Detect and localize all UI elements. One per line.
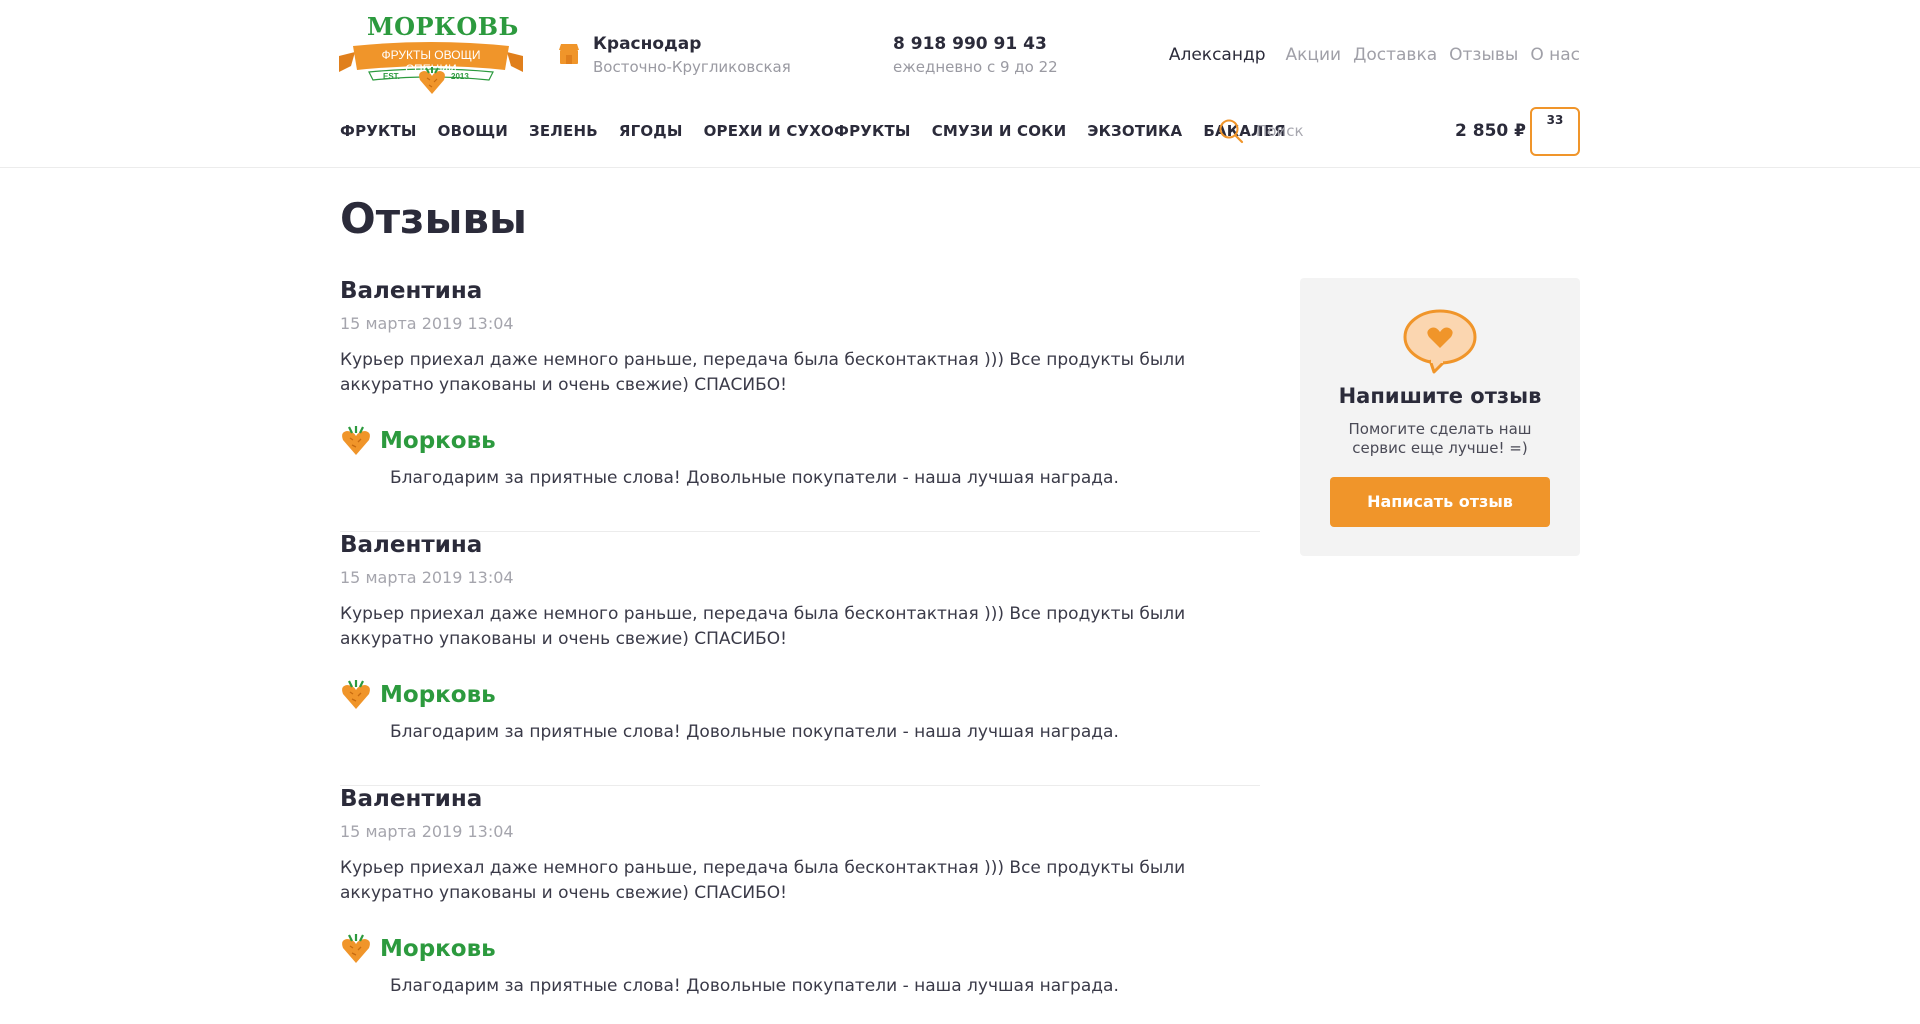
city-street: Восточно-Кругликовская <box>593 58 791 76</box>
review-date: 15 марта 2019 13:04 <box>340 568 514 587</box>
logo-est: EST. <box>383 72 400 81</box>
search-input[interactable] <box>1256 120 1396 142</box>
search-box <box>1218 116 1398 146</box>
carrot-heart-icon <box>342 680 370 709</box>
reviews-list: Валентина 15 марта 2019 13:04 Курьер при… <box>340 278 1260 1024</box>
store-icon <box>559 44 579 64</box>
category-greens[interactable]: ЗЕЛЕНЬ <box>529 122 598 140</box>
store-reply-text: Благодарим за приятные слова! Довольные … <box>390 722 1119 742</box>
review-text: Курьер приехал даже немного раньше, пере… <box>340 350 1186 395</box>
review-item: Валентина 15 марта 2019 13:04 Курьер при… <box>340 786 1260 1024</box>
category-fruits[interactable]: ФРУКТЫ <box>340 122 417 140</box>
review-item: Валентина 15 марта 2019 13:04 Курьер при… <box>340 278 1260 532</box>
review-item: Валентина 15 марта 2019 13:04 Курьер при… <box>340 532 1260 786</box>
user-account-link[interactable]: Александр <box>1169 45 1266 65</box>
site-logo[interactable]: МОРКОВЬ ФРУКТЫ ОВОЩИ СПЕЦИИ EST. 2013 <box>339 12 523 96</box>
carrot-heart-icon <box>342 426 370 455</box>
review-author: Валентина <box>340 786 483 812</box>
search-icon[interactable] <box>1218 118 1244 144</box>
review-author: Валентина <box>340 532 483 558</box>
cart-button[interactable]: 33 <box>1530 107 1580 156</box>
store-name: Морковь <box>380 428 496 454</box>
panel-title: Напишите отзыв <box>1338 384 1542 408</box>
working-hours: ежедневно с 9 до 22 <box>893 58 1058 76</box>
carrot-heart-icon <box>419 67 445 94</box>
nav-link-reviews[interactable]: Отзывы <box>1449 45 1518 65</box>
panel-text: Помогите сделать наш сервис еще лучше! =… <box>1348 420 1532 457</box>
category-smoothies-juices[interactable]: СМУЗИ И СОКИ <box>932 122 1067 140</box>
review-date: 15 марта 2019 13:04 <box>340 314 514 333</box>
category-berries[interactable]: ЯГОДЫ <box>619 122 683 140</box>
cart-total[interactable]: 2 850 ₽ <box>1455 121 1526 141</box>
store-name: Морковь <box>380 682 496 708</box>
city-name: Краснодар <box>593 34 702 54</box>
store-reply-text: Благодарим за приятные слова! Довольные … <box>390 976 1119 996</box>
review-date: 15 марта 2019 13:04 <box>340 822 514 841</box>
logo-title: МОРКОВЬ <box>367 12 519 41</box>
site-header: МОРКОВЬ ФРУКТЫ ОВОЩИ СПЕЦИИ EST. 2013 Кр… <box>0 0 1920 168</box>
write-review-button[interactable]: Написать отзыв <box>1330 477 1550 527</box>
cart-count-badge: 33 <box>1546 113 1564 127</box>
review-author: Валентина <box>340 278 483 304</box>
user-nav: Александр Акции Доставка Отзывы О нас <box>1169 45 1580 65</box>
store-name: Морковь <box>380 936 496 962</box>
nav-link-delivery[interactable]: Доставка <box>1353 45 1437 65</box>
review-text: Курьер приехал даже немного раньше, пере… <box>340 858 1186 903</box>
logo-year: 2013 <box>451 72 469 81</box>
nav-link-about[interactable]: О нас <box>1530 45 1580 65</box>
nav-link-promotions[interactable]: Акции <box>1286 45 1342 65</box>
phone-number[interactable]: 8 918 990 91 43 <box>893 34 1047 54</box>
write-review-panel: Напишите отзыв Помогите сделать наш серв… <box>1300 278 1580 556</box>
category-exotic[interactable]: ЭКЗОТИКА <box>1087 122 1182 140</box>
category-vegetables[interactable]: ОВОЩИ <box>438 122 508 140</box>
carrot-heart-icon <box>342 934 370 963</box>
category-nav: ФРУКТЫ ОВОЩИ ЗЕЛЕНЬ ЯГОДЫ ОРЕХИ И СУХОФР… <box>340 122 1286 140</box>
heart-speech-bubble-icon <box>1403 309 1477 374</box>
review-text: Курьер приехал даже немного раньше, пере… <box>340 604 1186 649</box>
store-reply-text: Благодарим за приятные слова! Довольные … <box>390 468 1119 488</box>
category-nuts-dried-fruits[interactable]: ОРЕХИ И СУХОФРУКТЫ <box>704 122 911 140</box>
page-title: Отзывы <box>340 194 527 243</box>
